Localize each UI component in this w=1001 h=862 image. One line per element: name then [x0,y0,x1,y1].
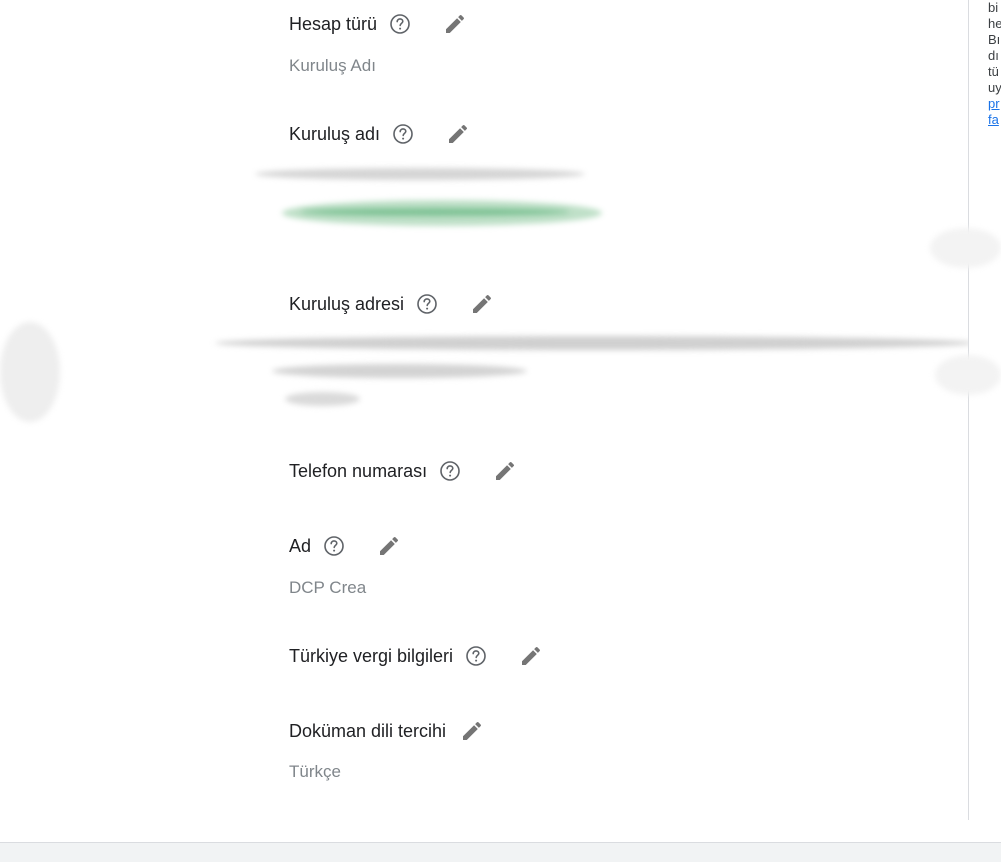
redacted-address-line2 [272,364,527,378]
pencil-icon [463,721,482,740]
help-icon[interactable] [392,123,414,145]
help-text-line: dı [988,48,999,63]
doc-language-value: Türkçe [289,762,341,781]
help-icon[interactable] [389,13,411,35]
help-link[interactable]: pr [988,96,1001,112]
org-address-row: Kuruluş adresi [289,290,496,318]
phone-label: Telefon numarası [289,460,428,481]
redacted-org-name [255,168,585,180]
help-side-text: bi he Bı dı tü uy pr fa [988,0,1001,128]
help-icon[interactable] [465,645,487,667]
tax-info-label: Türkiye vergi bilgileri [289,645,454,666]
pencil-icon [446,14,465,34]
org-address-label: Kuruluş adresi [289,293,405,314]
pencil-icon [522,646,541,665]
org-name-row: Kuruluş adı [289,120,472,148]
help-icon[interactable] [323,535,345,557]
account-type-value: Kuruluş Adı [289,56,376,75]
redacted-address-line3 [285,392,360,406]
pencil-icon [496,461,515,480]
doc-language-row: Doküman dili tercihi [289,717,486,745]
name-value: DCP Crea [289,578,367,597]
edit-account-type-button[interactable] [441,10,469,38]
redacted-panel-blob [930,228,1001,268]
pencil-icon [449,124,468,143]
help-icon[interactable] [416,293,438,315]
help-text-line: he [988,16,1001,31]
pencil-icon [473,294,492,313]
edit-org-name-button[interactable] [444,120,472,148]
help-text-line: tü [988,64,999,79]
pencil-icon [380,536,399,555]
edit-doc-language-button[interactable] [458,717,486,745]
help-text-line: bi [988,0,999,15]
help-text-line: uy [988,80,1001,95]
redacted-panel-blob [935,355,1001,395]
edit-name-button[interactable] [375,532,403,560]
redacted-address-left [0,322,60,422]
doc-language-label: Doküman dili tercihi [289,720,447,741]
bottom-bar [0,842,1001,862]
name-label: Ad [289,535,312,556]
redacted-address-line1 [215,336,975,350]
account-settings-page: Hesap türü Kuruluş Adı Kuruluş adı Kurul… [0,0,1001,862]
account-type-label: Hesap türü [289,13,378,34]
name-row: Ad [289,532,403,560]
help-text-line: Bı [988,32,1001,47]
help-link[interactable]: fa [988,112,1001,128]
edit-phone-button[interactable] [491,457,519,485]
phone-row: Telefon numarası [289,457,519,485]
edit-tax-info-button[interactable] [517,642,545,670]
tax-info-row: Türkiye vergi bilgileri [289,642,545,670]
edit-org-address-button[interactable] [468,290,496,318]
org-name-label: Kuruluş adı [289,123,381,144]
help-icon[interactable] [439,460,461,482]
account-type-row: Hesap türü [289,10,469,38]
redacted-org-name-stroke [300,208,570,216]
